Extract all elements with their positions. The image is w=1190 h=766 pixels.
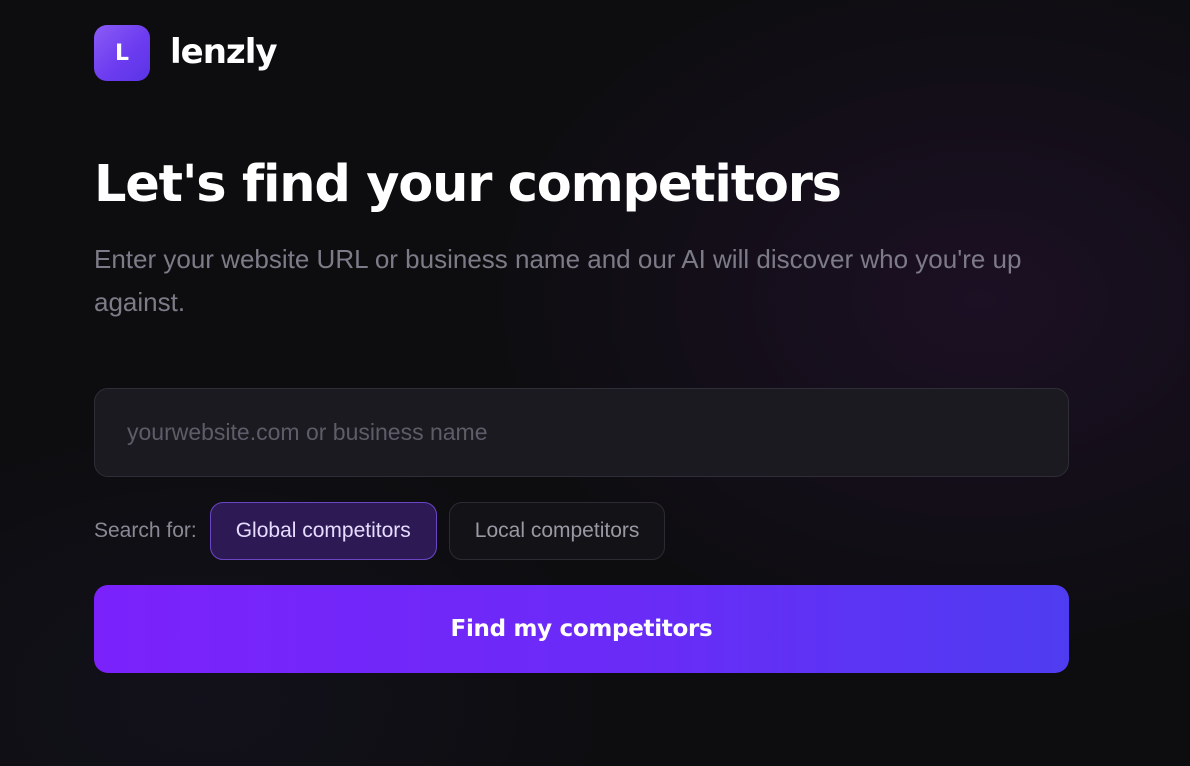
find-competitors-button[interactable]: Find my competitors [94,585,1069,673]
page-subtitle: Enter your website URL or business name … [94,244,1022,317]
search-scope-label: Search for: [94,519,197,542]
brand-logo[interactable]: L lenzly [94,25,278,81]
brand-name: lenzly [170,32,278,72]
local-competitors-toggle[interactable]: Local competitors [448,502,666,560]
global-competitors-toggle[interactable]: Global competitors [209,502,437,560]
local-competitors-label: Local competitors [474,519,640,542]
logo-mark-icon: L [94,25,150,81]
search-scope-row: Search for: Global competitors Local com… [94,502,666,560]
search-input[interactable] [94,388,1069,477]
global-competitors-label: Global competitors [235,519,411,542]
page-title: Let's find your competitors [94,155,842,214]
